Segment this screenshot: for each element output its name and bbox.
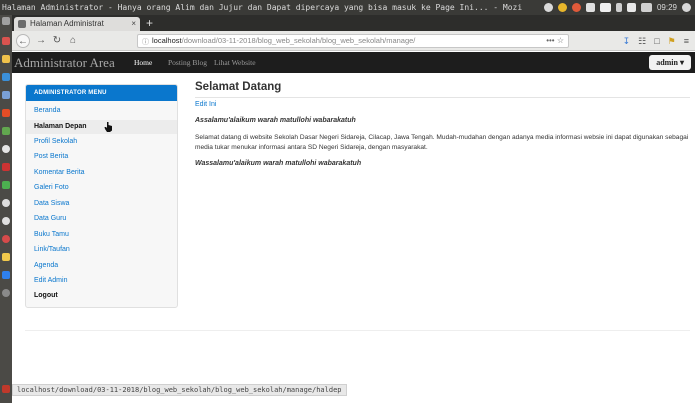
trash-icon[interactable] [2, 385, 10, 393]
url-bar[interactable]: ⓘ localhost/download/03-11-2018/blog_web… [137, 34, 569, 48]
tab-halaman-administrator[interactable]: Halaman Administrat × [14, 17, 140, 31]
page-title: Selamat Datang [195, 81, 282, 93]
menu-icon[interactable]: ≡ [684, 34, 689, 48]
clock[interactable]: 09:29 [657, 0, 677, 15]
sidebar-item-post-berita[interactable]: Post Berita [34, 153, 68, 160]
nav-lihat-website[interactable]: Lihat Website [214, 52, 256, 73]
nav-home[interactable]: Home [134, 52, 152, 73]
main-content: Selamat Datang Edit Ini Assalamu'alaikum… [195, 80, 690, 167]
sidebar-item-komentar-berita[interactable]: Komentar Berita [34, 169, 85, 176]
content-divider [25, 330, 690, 331]
firefox-icon[interactable] [2, 73, 10, 81]
tab-title: Halaman Administrat [30, 19, 104, 28]
chrome-launcher-icon[interactable] [2, 145, 10, 153]
keyboard-layout-icon[interactable] [599, 3, 611, 12]
edit-link[interactable]: Edit Ini [195, 101, 216, 108]
sidebar-item-link-taufan[interactable]: Link/Taufan [34, 246, 70, 253]
app-icon-red-circle[interactable] [2, 235, 10, 243]
app-icon-grey[interactable] [2, 289, 10, 297]
title-divider [195, 97, 690, 98]
admin-sidebar: ADMINISTRATOR MENU Beranda Halaman Depan… [25, 84, 178, 308]
sidebar-item-halaman-depan[interactable]: Halaman Depan [26, 120, 177, 134]
library-icon[interactable]: ☷ [638, 34, 646, 48]
reload-button[interactable]: ↻ [50, 34, 64, 48]
download-icon[interactable]: ↧ [623, 34, 631, 48]
camera-icon[interactable] [543, 3, 553, 12]
toolbar-right: ↧ ☷ □ ⚑ ≡ [623, 34, 689, 48]
sidebar-item-beranda[interactable]: Beranda [34, 107, 60, 114]
launcher-bar [0, 15, 12, 403]
sidebar-item-profil-sekolah[interactable]: Profil Sekolah [34, 138, 77, 145]
back-button[interactable]: ← [16, 34, 30, 48]
welcome-paragraph: Selamat datang di website Sekolah Dasar … [195, 134, 689, 151]
sidebar-item-edit-admin[interactable]: Edit Admin [34, 277, 67, 284]
files-icon[interactable] [2, 37, 10, 45]
sidebar-item-galeri-foto[interactable]: Galeri Foto [34, 184, 69, 191]
site-info-icon[interactable]: ⓘ [142, 37, 149, 47]
record-icon[interactable] [571, 3, 581, 12]
new-tab-button[interactable]: + [146, 15, 153, 31]
admin-header: Administrator Area Home Posting Blog Lih… [12, 52, 695, 73]
url-path: /download/03-11-2018/blog_web_sekolah/bl… [181, 36, 416, 45]
greeting-text: Assalamu'alaikum warah matullohi wabarak… [195, 117, 356, 124]
app-icon-red[interactable] [2, 163, 10, 171]
writer-icon[interactable] [2, 91, 10, 99]
sidebar-toggle-icon[interactable]: □ [654, 34, 659, 48]
system-tray: 09:29 [543, 0, 695, 15]
dash-icon[interactable] [2, 17, 10, 25]
url-host: localhost [152, 36, 182, 45]
sidebar-item-logout[interactable]: Logout [34, 292, 58, 299]
system-top-panel: Halaman Administrator - Hanya orang Alim… [0, 0, 695, 15]
extension-icon[interactable]: ⚑ [668, 34, 676, 48]
app-icon-green[interactable] [2, 181, 10, 189]
close-tab-icon[interactable]: × [131, 17, 136, 31]
sidebar-item-data-guru[interactable]: Data Guru [34, 215, 66, 222]
sidebar-item-agenda[interactable]: Agenda [34, 262, 58, 269]
closing-text: Wassalamu'alaikum warah matullohi wabara… [195, 160, 362, 167]
app-icon-yellow[interactable] [2, 253, 10, 261]
sidebar-item-data-siswa[interactable]: Data Siswa [34, 200, 69, 207]
network-icon[interactable] [585, 3, 595, 12]
volume-icon[interactable] [640, 3, 652, 12]
nav-posting-blog[interactable]: Posting Blog [168, 52, 207, 73]
sidebar-item-buku-tamu[interactable]: Buku Tamu [34, 231, 69, 238]
folder-icon[interactable] [2, 55, 10, 63]
mouse-cursor-icon [104, 122, 112, 132]
calc-icon[interactable] [2, 127, 10, 135]
brand-title[interactable]: Administrator Area [14, 54, 115, 71]
browser-nav-bar: ← → ↻ ⌂ ⓘ localhost/download/03-11-2018/… [12, 31, 695, 51]
browser-tab-bar: Halaman Administrat × + [12, 15, 695, 31]
app-icon-light[interactable] [2, 199, 10, 207]
app-icon-circle[interactable] [2, 217, 10, 225]
chrome-icon[interactable] [557, 3, 567, 12]
power-icon[interactable] [682, 3, 691, 12]
forward-button[interactable]: → [34, 34, 48, 48]
home-button[interactable]: ⌂ [66, 34, 80, 48]
page-actions[interactable]: ••• ☆ [546, 35, 564, 47]
sidebar-heading: ADMINISTRATOR MENU [26, 85, 177, 101]
battery-icon[interactable] [626, 3, 636, 12]
status-bar-url: localhost/download/03-11-2018/blog_web_s… [12, 384, 347, 396]
app-icon-blue[interactable] [2, 271, 10, 279]
admin-dropdown-button[interactable]: admin ▾ [649, 55, 691, 70]
bluetooth-icon[interactable] [615, 3, 622, 12]
window-title: Halaman Administrator - Hanya orang Alim… [2, 3, 522, 12]
software-center-icon[interactable] [2, 109, 10, 117]
favicon-icon [18, 20, 26, 28]
